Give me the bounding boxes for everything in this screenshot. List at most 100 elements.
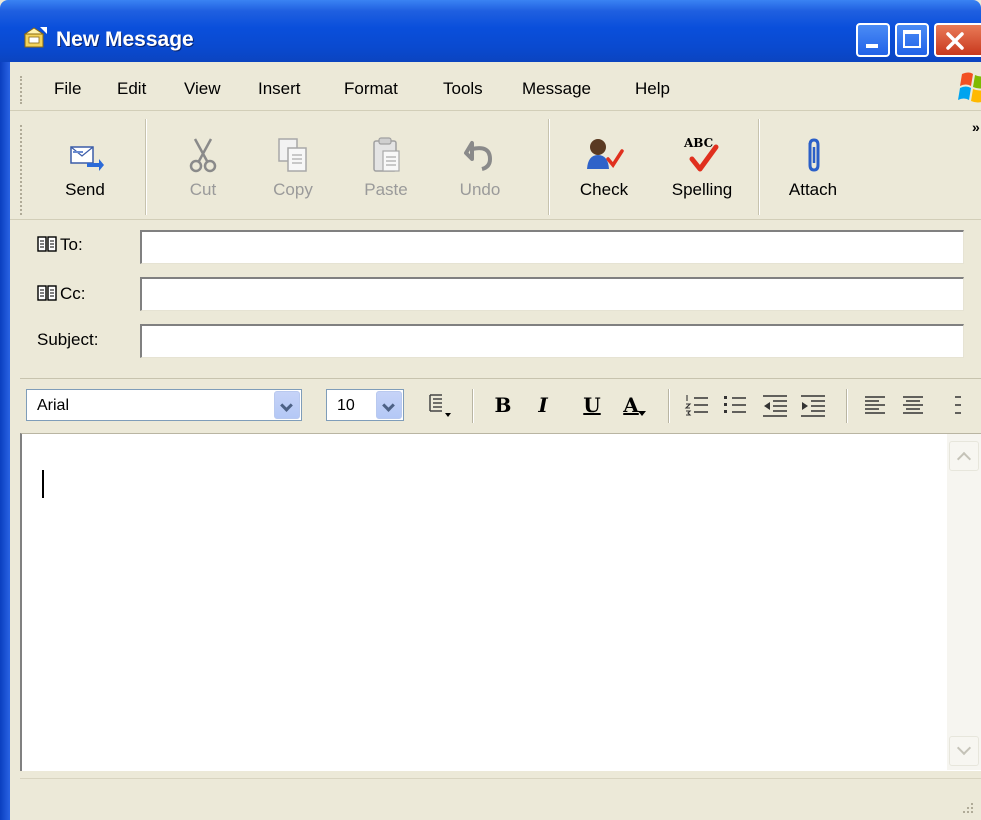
font-select-value: Arial (37, 397, 70, 414)
attach-label: Attach (788, 180, 838, 199)
title-bar[interactable]: New Message (0, 0, 981, 62)
font-color-letter: A (623, 393, 639, 417)
font-color-button[interactable]: A (616, 389, 646, 421)
align-left-button[interactable] (860, 389, 890, 421)
decrease-indent-button[interactable] (760, 389, 790, 421)
paragraph-style-icon (429, 394, 451, 417)
numbered-list-icon (684, 395, 708, 416)
attach-button[interactable]: Attach (780, 125, 846, 215)
paragraph-style-button[interactable] (424, 389, 454, 421)
toolbar-separator (758, 119, 760, 215)
windows-logo-icon (958, 72, 981, 103)
bullet-list-button[interactable] (720, 389, 750, 421)
to-label[interactable]: To: (37, 235, 83, 255)
resize-grip-icon[interactable] (959, 799, 975, 815)
minimize-icon (866, 44, 878, 48)
menu-message[interactable]: Message (522, 79, 591, 99)
spelling-button[interactable]: ABC Spelling (660, 125, 744, 215)
address-book-icon (37, 285, 57, 301)
menu-format[interactable]: Format (344, 79, 398, 99)
toolbar-grip[interactable] (20, 125, 26, 215)
to-label-text: To: (60, 235, 83, 254)
address-book-icon (37, 236, 57, 252)
spelling-label: Spelling (671, 180, 733, 199)
toolbar-overflow-chevron-icon[interactable]: » (972, 119, 980, 135)
cc-label[interactable]: Cc: (37, 284, 86, 304)
align-right-button[interactable] (936, 389, 961, 421)
menu-edit[interactable]: Edit (117, 79, 146, 99)
paste-label: Paste (364, 180, 408, 199)
menu-file[interactable]: File (54, 79, 81, 99)
undo-label: Undo (459, 180, 501, 199)
menu-insert[interactable]: Insert (258, 79, 301, 99)
menu-tools[interactable]: Tools (443, 79, 483, 99)
vertical-scrollbar[interactable] (947, 434, 981, 770)
paste-icon (373, 137, 400, 172)
copy-label: Copy (273, 180, 313, 199)
window-title: New Message (56, 28, 194, 51)
format-separator (668, 389, 670, 423)
font-select[interactable]: Arial (26, 389, 302, 421)
menu-help[interactable]: Help (635, 79, 670, 99)
text-caret (42, 470, 44, 498)
spelling-abc-text: ABC (683, 136, 713, 150)
align-center-button[interactable] (898, 389, 928, 421)
chevron-down-icon[interactable] (376, 391, 402, 419)
italic-button[interactable]: I (528, 389, 558, 421)
undo-icon (464, 141, 492, 171)
paste-button[interactable]: Paste (348, 125, 424, 215)
scissors-icon (189, 138, 217, 173)
menu-view[interactable]: View (184, 79, 221, 99)
window-frame (0, 62, 10, 820)
message-body-editor[interactable] (20, 433, 981, 771)
font-size-select[interactable]: 10 (326, 389, 404, 421)
copy-button[interactable]: Copy (258, 125, 328, 215)
send-button[interactable]: Send (50, 125, 120, 215)
subject-field[interactable] (140, 324, 964, 358)
increase-indent-icon (801, 395, 825, 417)
menu-grip[interactable] (20, 76, 26, 104)
menu-bar: File Edit View Insert Format Tools Messa… (10, 70, 981, 111)
align-left-icon (865, 396, 885, 414)
bold-button[interactable]: B (488, 389, 518, 421)
cut-label: Cut (189, 180, 217, 199)
bullet-list-icon (724, 396, 746, 413)
cc-field[interactable] (140, 277, 964, 311)
undo-button[interactable]: Undo (442, 125, 518, 215)
format-separator (472, 389, 474, 423)
cc-label-text: Cc: (60, 284, 86, 303)
maximize-button[interactable] (895, 23, 929, 57)
chevron-down-icon (638, 411, 646, 416)
maximize-icon (903, 30, 921, 48)
align-center-icon (903, 396, 923, 414)
paperclip-icon (808, 138, 820, 172)
numbered-list-button[interactable] (682, 389, 712, 421)
align-right-icon (955, 396, 961, 414)
new-message-window: New Message File Edit View Insert Format… (0, 0, 981, 820)
to-field[interactable] (140, 230, 964, 264)
decrease-indent-icon (763, 395, 787, 417)
toolbar: Send Cut Copy Paste Undo Check ABC Spell… (10, 111, 981, 220)
toolbar-separator (145, 119, 147, 215)
format-separator (846, 389, 848, 423)
check-names-icon (587, 139, 624, 169)
scroll-up-icon[interactable] (949, 441, 979, 471)
copy-icon (278, 138, 307, 172)
chevron-down-icon[interactable] (274, 391, 300, 419)
spelling-icon: ABC (683, 136, 719, 172)
send-label: Send (65, 180, 105, 199)
scroll-down-icon[interactable] (949, 736, 979, 766)
minimize-button[interactable] (856, 23, 890, 57)
increase-indent-button[interactable] (798, 389, 828, 421)
underline-button[interactable]: U (577, 389, 607, 421)
subject-label: Subject: (37, 330, 99, 349)
new-message-icon (24, 27, 47, 48)
toolbar-separator (548, 119, 550, 215)
check-names-button[interactable]: Check (570, 125, 638, 215)
cut-button[interactable]: Cut (168, 125, 238, 215)
status-bar (20, 778, 981, 820)
format-toolbar: Arial 10 B I U A (20, 378, 981, 434)
close-button[interactable] (934, 23, 981, 57)
close-icon (946, 32, 964, 50)
send-icon (70, 146, 104, 171)
